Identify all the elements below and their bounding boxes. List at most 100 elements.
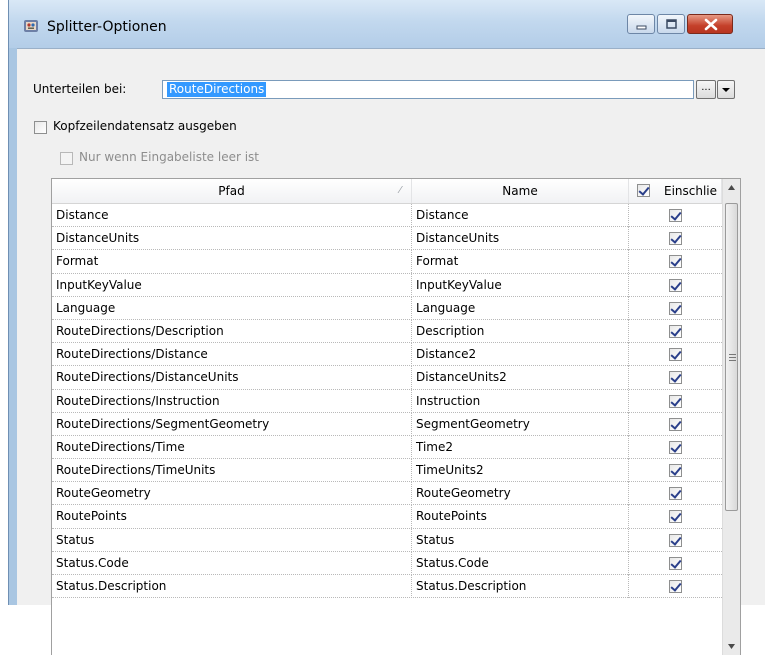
table-row[interactable]: RouteDirections/Instruction Instruction xyxy=(52,389,722,413)
table-row[interactable]: RouteDirections/Distance Distance2 xyxy=(52,343,722,367)
vertical-scrollbar[interactable] xyxy=(722,179,740,655)
title-bar[interactable]: Splitter-Optionen xyxy=(9,0,765,48)
column-header-include[interactable]: Einschlie xyxy=(629,179,722,203)
cell-pfad[interactable]: InputKeyValue xyxy=(52,273,412,297)
cell-name[interactable]: Format xyxy=(412,250,629,274)
cell-name[interactable]: Distance2 xyxy=(412,343,629,367)
cell-include xyxy=(629,343,722,366)
cell-name[interactable]: RoutePoints xyxy=(412,505,629,529)
table-row[interactable]: RouteGeometry RouteGeometry xyxy=(52,482,722,506)
cell-include xyxy=(629,482,722,505)
cell-pfad[interactable]: RouteDirections/TimeUnits xyxy=(52,459,412,483)
include-checkbox[interactable] xyxy=(669,556,682,570)
cell-pfad[interactable]: RouteDirections/Instruction xyxy=(52,389,412,413)
dropdown-button[interactable] xyxy=(717,80,735,99)
cell-pfad[interactable]: RouteGeometry xyxy=(52,482,412,506)
scroll-up-icon[interactable] xyxy=(723,179,740,196)
include-checkbox[interactable] xyxy=(669,510,682,524)
include-checkbox[interactable] xyxy=(669,301,682,315)
cell-name[interactable]: TimeUnits2 xyxy=(412,459,629,483)
cell-name[interactable]: Language xyxy=(412,296,629,320)
table-row[interactable]: RouteDirections/Description Description xyxy=(52,319,722,344)
minimize-icon xyxy=(636,25,647,30)
cell-name[interactable]: Status.Code xyxy=(412,551,629,575)
table-row[interactable]: RoutePoints RoutePoints xyxy=(52,505,722,529)
dialog-window: Splitter-Optionen Unterteilen bei: Route… xyxy=(8,0,765,655)
cell-name[interactable]: Status.Description xyxy=(412,575,629,598)
cell-name[interactable]: Distance xyxy=(412,204,629,227)
cell-name[interactable]: RouteGeometry xyxy=(412,482,629,506)
table-row[interactable]: RouteDirections/Time Time2 xyxy=(52,435,722,460)
include-checkbox[interactable] xyxy=(669,324,682,338)
close-icon xyxy=(704,18,718,31)
maximize-button[interactable] xyxy=(657,14,685,34)
app-icon xyxy=(24,20,38,32)
cell-name[interactable]: Status xyxy=(412,528,629,552)
cell-name[interactable]: SegmentGeometry xyxy=(412,412,629,436)
cell-name[interactable]: Description xyxy=(412,319,629,343)
cell-name[interactable]: DistanceUnits xyxy=(412,227,629,251)
table-row[interactable]: DistanceUnits DistanceUnits xyxy=(52,227,722,251)
cell-name[interactable]: InputKeyValue xyxy=(412,273,629,297)
cell-pfad[interactable]: Status.Code xyxy=(52,551,412,575)
cell-name[interactable]: Time2 xyxy=(412,435,629,459)
include-checkbox[interactable] xyxy=(669,232,682,246)
header-record-label[interactable]: Kopfzeilendatensatz ausgeben xyxy=(53,119,237,133)
split-input-value[interactable]: RouteDirections xyxy=(167,82,267,97)
cell-pfad[interactable]: Status.Description xyxy=(52,575,412,598)
grip-icon xyxy=(729,354,736,361)
cell-include xyxy=(629,390,722,413)
close-button[interactable] xyxy=(687,14,733,34)
include-checkbox[interactable] xyxy=(669,487,682,501)
cell-name[interactable]: Instruction xyxy=(412,389,629,413)
header-record-checkbox[interactable] xyxy=(34,121,47,134)
include-checkbox[interactable] xyxy=(669,209,682,222)
table-row[interactable]: RouteDirections/DistanceUnits DistanceUni… xyxy=(52,366,722,390)
include-checkbox[interactable] xyxy=(669,464,682,478)
include-checkbox[interactable] xyxy=(669,278,682,292)
table-row[interactable]: Distance Distance xyxy=(52,204,722,228)
cell-pfad[interactable]: Format xyxy=(52,250,412,274)
include-checkbox[interactable] xyxy=(669,580,682,593)
cell-include xyxy=(629,320,722,343)
include-checkbox[interactable] xyxy=(669,371,682,385)
include-all-checkbox[interactable] xyxy=(637,184,650,197)
cell-pfad[interactable]: RoutePoints xyxy=(52,505,412,529)
column-header-pfad[interactable]: Pfad ⁄ xyxy=(52,179,412,203)
cell-pfad[interactable]: RouteDirections/Distance xyxy=(52,343,412,367)
table-row[interactable]: Status Status xyxy=(52,528,722,552)
table-row[interactable]: Status.Description Status.Description xyxy=(52,575,722,599)
minimize-button[interactable] xyxy=(627,14,655,34)
column-header-name[interactable]: Name xyxy=(412,179,629,203)
cell-pfad[interactable]: DistanceUnits xyxy=(52,227,412,251)
only-empty-checkbox xyxy=(60,152,73,165)
table-row[interactable]: RouteDirections/TimeUnits TimeUnits2 xyxy=(52,459,722,483)
cell-pfad[interactable]: RouteDirections/Time xyxy=(52,435,412,459)
table-row[interactable]: RouteDirections/SegmentGeometry SegmentGe… xyxy=(52,412,722,436)
cell-include xyxy=(629,436,722,459)
include-checkbox[interactable] xyxy=(669,533,682,547)
table-row[interactable]: Status.Code Status.Code xyxy=(52,551,722,575)
cell-include xyxy=(629,575,722,598)
cell-include xyxy=(629,227,722,250)
include-checkbox[interactable] xyxy=(669,417,682,431)
sort-icon: ⁄ xyxy=(399,185,401,196)
scrollbar-thumb[interactable] xyxy=(725,203,738,511)
cell-pfad[interactable]: RouteDirections/Description xyxy=(52,319,412,343)
browse-button[interactable]: ... xyxy=(696,80,716,99)
table-row[interactable]: Language Language xyxy=(52,296,722,320)
table-row[interactable]: InputKeyValue InputKeyValue xyxy=(52,273,722,297)
include-checkbox[interactable] xyxy=(669,348,682,362)
scroll-down-icon[interactable] xyxy=(723,638,740,655)
include-checkbox[interactable] xyxy=(669,255,682,269)
include-checkbox[interactable] xyxy=(669,394,682,408)
cell-include xyxy=(629,529,722,552)
table-row[interactable]: Format Format xyxy=(52,250,722,274)
include-checkbox[interactable] xyxy=(669,440,682,454)
cell-pfad[interactable]: Language xyxy=(52,296,412,320)
cell-pfad[interactable]: Distance xyxy=(52,204,412,227)
cell-name[interactable]: DistanceUnits2 xyxy=(412,366,629,390)
cell-pfad[interactable]: RouteDirections/SegmentGeometry xyxy=(52,412,412,436)
cell-pfad[interactable]: RouteDirections/DistanceUnits xyxy=(52,366,412,390)
cell-pfad[interactable]: Status xyxy=(52,528,412,552)
